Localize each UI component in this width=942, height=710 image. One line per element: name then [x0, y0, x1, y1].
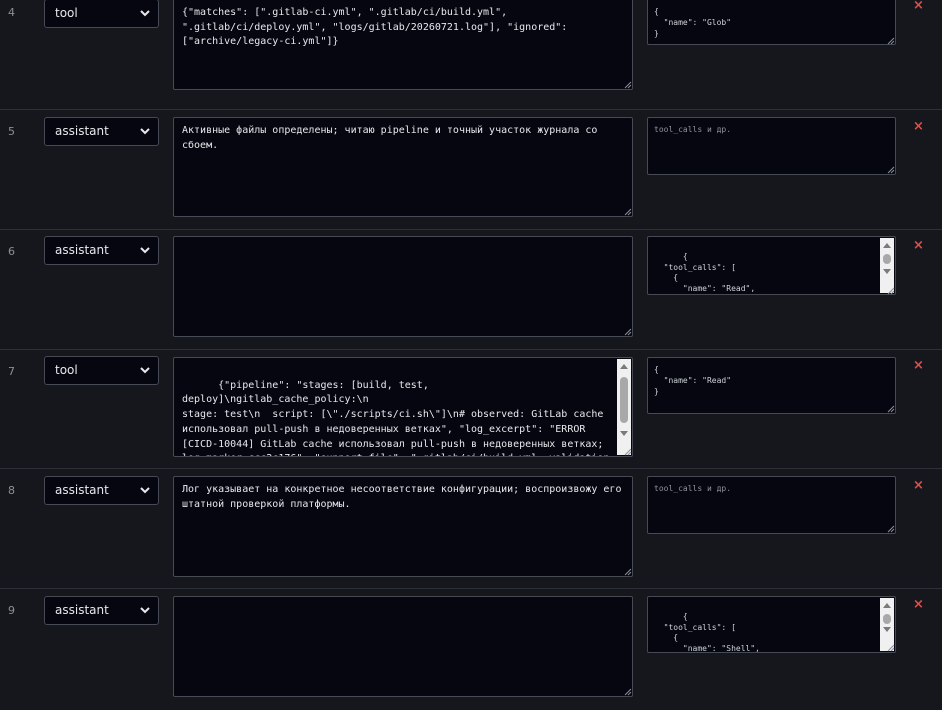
message-row: 4 tool {"matches": [".gitlab-ci.yml", ".… — [0, 0, 942, 110]
message-meta-textarea[interactable]: tool_calls и др. — [647, 117, 896, 175]
delete-row-button[interactable]: × — [913, 0, 924, 13]
role-select[interactable]: assistant — [44, 236, 159, 265]
scroll-down-arrow-icon[interactable] — [880, 265, 894, 279]
role-select-value: assistant — [55, 124, 109, 138]
resize-handle-icon[interactable] — [623, 447, 632, 456]
message-content-textarea[interactable]: Активные файлы определены; читаю pipelin… — [173, 117, 633, 217]
row-index: 7 — [8, 365, 15, 378]
role-select[interactable]: assistant — [44, 596, 159, 625]
message-content-textarea[interactable]: {"pipeline": "stages: [build, test, depl… — [173, 357, 633, 457]
message-meta-textarea[interactable]: { "name": "Glob" } — [647, 0, 896, 45]
message-meta-text: { "tool_calls": [ { "name": "Shell", — [663, 611, 760, 653]
resize-handle-icon[interactable] — [886, 524, 895, 533]
row-index: 4 — [8, 6, 15, 19]
message-meta-text: { "tool_calls": [ { "name": "Read", — [663, 251, 756, 294]
scrollbar-thumb[interactable] — [620, 377, 628, 423]
role-select-value: assistant — [55, 243, 109, 257]
role-select[interactable]: tool — [44, 356, 159, 385]
scroll-up-arrow-icon[interactable] — [880, 598, 894, 612]
delete-row-button[interactable]: × — [913, 597, 924, 612]
message-meta-textarea[interactable]: { "tool_calls": [ { "name": "Shell", — [647, 596, 896, 653]
message-row: 6 assistant { "tool_calls": [ { "name": … — [0, 230, 942, 350]
resize-handle-icon[interactable] — [886, 643, 895, 652]
message-meta-textarea[interactable]: { "tool_calls": [ { "name": "Read", — [647, 236, 896, 295]
resize-handle-icon[interactable] — [623, 327, 632, 336]
resize-handle-icon[interactable] — [886, 404, 895, 413]
resize-handle-icon[interactable] — [886, 165, 895, 174]
role-select[interactable]: tool — [44, 0, 159, 28]
message-row: 9 assistant { "tool_calls": [ { "name": … — [0, 589, 942, 710]
delete-row-button[interactable]: × — [913, 119, 924, 134]
message-content-textarea[interactable] — [173, 596, 633, 697]
message-meta-textarea[interactable]: { "name": "Read" } — [647, 357, 896, 414]
message-row: 7 tool {"pipeline": "stages: [build, tes… — [0, 350, 942, 469]
message-content-text: {"pipeline": "stages: [build, test, depl… — [182, 379, 609, 456]
delete-row-button[interactable]: × — [913, 478, 924, 493]
resize-handle-icon[interactable] — [886, 286, 895, 295]
message-row: 5 assistant Активные файлы определены; ч… — [0, 110, 942, 230]
message-list: 4 tool {"matches": [".gitlab-ci.yml", ".… — [0, 0, 942, 710]
resize-handle-icon[interactable] — [886, 36, 895, 45]
scroll-down-arrow-icon[interactable] — [880, 623, 894, 637]
chevron-down-icon — [140, 128, 150, 135]
role-select-value: tool — [55, 6, 78, 20]
resize-handle-icon[interactable] — [623, 687, 632, 696]
scroll-down-arrow-icon[interactable] — [617, 427, 631, 441]
message-row: 8 assistant Лог указывает на конкретное … — [0, 469, 942, 589]
meta-scrollbar[interactable] — [880, 238, 894, 293]
delete-row-button[interactable]: × — [913, 358, 924, 373]
scrollbar-thumb[interactable] — [883, 254, 891, 264]
content-scrollbar[interactable] — [617, 359, 631, 455]
message-content-textarea[interactable] — [173, 236, 633, 337]
resize-handle-icon[interactable] — [623, 567, 632, 576]
message-content-textarea[interactable]: {"matches": [".gitlab-ci.yml", ".gitlab/… — [173, 0, 633, 90]
scroll-up-arrow-icon[interactable] — [617, 359, 631, 373]
scroll-up-arrow-icon[interactable] — [880, 238, 894, 252]
delete-row-button[interactable]: × — [913, 238, 924, 253]
chevron-down-icon — [140, 10, 150, 17]
chevron-down-icon — [140, 487, 150, 494]
role-select[interactable]: assistant — [44, 117, 159, 146]
row-index: 8 — [8, 484, 15, 497]
chevron-down-icon — [140, 367, 150, 374]
message-content-textarea[interactable]: Лог указывает на конкретное несоответств… — [173, 476, 633, 577]
role-select-value: assistant — [55, 603, 109, 617]
resize-handle-icon[interactable] — [623, 207, 632, 216]
row-index: 9 — [8, 604, 15, 617]
chevron-down-icon — [140, 607, 150, 614]
row-index: 6 — [8, 245, 15, 258]
message-meta-textarea[interactable]: tool_calls и др. — [647, 476, 896, 534]
chevron-down-icon — [140, 247, 150, 254]
resize-handle-icon[interactable] — [623, 80, 632, 89]
role-select[interactable]: assistant — [44, 476, 159, 505]
row-index: 5 — [8, 125, 15, 138]
role-select-value: tool — [55, 363, 78, 377]
role-select-value: assistant — [55, 483, 109, 497]
